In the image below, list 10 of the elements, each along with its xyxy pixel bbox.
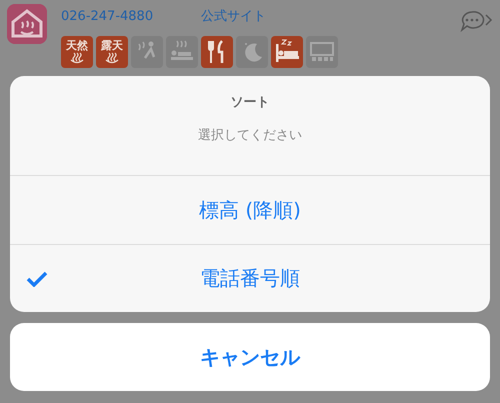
outdoor-amenity-icon: 露天 xyxy=(96,36,128,68)
natural-amenity-icon: 天然 xyxy=(61,36,93,68)
sheet-message: 選択してください xyxy=(198,127,302,144)
sheet-title: ソート xyxy=(230,94,270,111)
official-site-link[interactable]: 公式サイト xyxy=(201,7,266,25)
sort-option[interactable]: 電話番号順 xyxy=(10,244,490,312)
phone-link[interactable]: 026-247-4880 xyxy=(61,8,154,24)
sort-option[interactable]: 標高 (降順) xyxy=(10,176,490,244)
cancel-button[interactable]: キャンセル xyxy=(10,323,490,391)
app-logo-icon xyxy=(7,4,47,44)
